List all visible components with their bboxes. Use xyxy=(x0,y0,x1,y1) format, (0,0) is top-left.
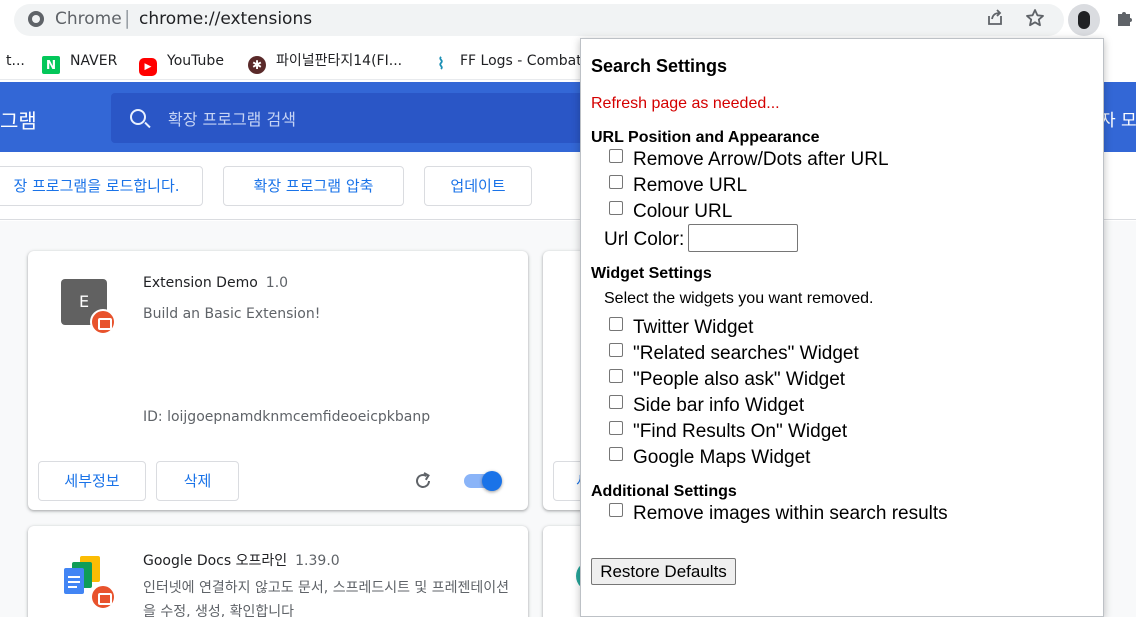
developer-badge-icon xyxy=(90,309,116,335)
share-icon[interactable] xyxy=(984,8,1006,30)
option-find-results-on-widget[interactable]: "Find Results On" Widget xyxy=(609,421,847,443)
popup-status: Refresh page as needed... xyxy=(591,95,780,112)
checkbox[interactable] xyxy=(609,201,623,215)
omnibox-site-label: Chrome xyxy=(55,9,122,29)
bookmark-youtube[interactable]: ▶ YouTube xyxy=(139,51,224,76)
ff14-icon: ✱ xyxy=(248,56,266,74)
pack-extension-button[interactable]: 확장 프로그램 압축 xyxy=(223,166,404,206)
extension-name: Google Docs 오프라인 1.39.0 xyxy=(143,550,340,570)
search-icon xyxy=(130,109,146,125)
extension-id: ID: loijgoepnamdknmcemfideoeicpkbanp xyxy=(143,409,431,425)
bookmark-ff14[interactable]: ✱ 파이널판타지14(FI... xyxy=(248,51,403,74)
browser-toolbar: Chrome | chrome://extensions xyxy=(0,0,1136,40)
option-people-also-ask-widget[interactable]: "People also ask" Widget xyxy=(609,369,845,391)
option-label: "Find Results On" Widget xyxy=(633,421,848,442)
extension-version: 1.0 xyxy=(265,275,289,291)
checkbox[interactable] xyxy=(609,369,623,383)
widget-section-heading: Widget Settings xyxy=(591,265,712,282)
checkbox[interactable] xyxy=(609,503,623,517)
bookmark-label: t... xyxy=(6,53,25,69)
url-color-input[interactable] xyxy=(688,224,798,252)
bookmark-fflogs[interactable]: ⌇ FF Logs - Combat xyxy=(432,51,582,73)
option-label: Twitter Widget xyxy=(633,317,754,338)
omnibox-url[interactable]: chrome://extensions xyxy=(139,9,312,29)
reload-icon[interactable] xyxy=(413,471,433,491)
chrome-icon xyxy=(28,11,44,27)
option-label: "People also ask" Widget xyxy=(633,369,846,390)
option-google-maps-widget[interactable]: Google Maps Widget xyxy=(609,447,810,469)
bookmark-label: YouTube xyxy=(167,53,224,69)
option-label: Google Maps Widget xyxy=(633,447,811,468)
extension-name-text: Google Docs 오프라인 xyxy=(143,553,288,569)
bookmark-label: NAVER xyxy=(70,53,118,69)
widget-section-hint: Select the widgets you want removed. xyxy=(604,290,874,307)
option-remove-url[interactable]: Remove URL xyxy=(609,175,747,197)
omnibox-separator: | xyxy=(124,7,131,29)
checkbox[interactable] xyxy=(609,175,623,189)
extension-version: 1.39.0 xyxy=(295,553,340,569)
option-remove-images[interactable]: Remove images within search results xyxy=(609,503,948,525)
enable-toggle-knob[interactable] xyxy=(482,471,502,491)
puzzle-icon[interactable] xyxy=(1114,8,1136,30)
option-colour-url[interactable]: Colour URL xyxy=(609,201,732,223)
remove-button[interactable]: 삭제 xyxy=(156,461,239,501)
extension-name-text: Extension Demo xyxy=(143,275,258,291)
option-twitter-widget[interactable]: Twitter Widget xyxy=(609,317,753,339)
fflogs-icon: ⌇ xyxy=(437,54,445,73)
developer-badge-icon xyxy=(90,584,116,610)
search-settings-popup: Search Settings Refresh page as needed..… xyxy=(580,38,1104,617)
naver-icon: N xyxy=(42,56,60,74)
bookmark-star-icon[interactable] xyxy=(1024,8,1046,30)
details-button[interactable]: 세부정보 xyxy=(38,461,146,501)
option-related-searches-widget[interactable]: "Related searches" Widget xyxy=(609,343,859,365)
checkbox[interactable] xyxy=(609,395,623,409)
extension-active-icon[interactable] xyxy=(1068,4,1100,36)
checkbox[interactable] xyxy=(609,421,623,435)
page-title: 그램 xyxy=(0,109,37,133)
load-unpacked-button[interactable]: 장 프로그램을 로드합니다. xyxy=(0,166,203,206)
option-label: Colour URL xyxy=(633,201,733,222)
option-label: Remove Arrow/Dots after URL xyxy=(633,149,889,170)
option-remove-arrow-dots[interactable]: Remove Arrow/Dots after URL xyxy=(609,149,889,171)
option-label: "Related searches" Widget xyxy=(633,343,859,364)
option-label: Side bar info Widget xyxy=(633,395,805,416)
extension-card: E Extension Demo 1.0 Build an Basic Exten… xyxy=(28,251,528,510)
url-section-heading: URL Position and Appearance xyxy=(591,129,820,146)
checkbox[interactable] xyxy=(609,149,623,163)
bookmark-label: FF Logs - Combat xyxy=(460,53,582,69)
extension-name: Extension Demo 1.0 xyxy=(143,275,288,291)
update-button[interactable]: 업데이트 xyxy=(424,166,532,206)
bookmark-item[interactable]: t... xyxy=(6,51,25,71)
extension-description: 인터넷에 연결하지 않고도 문서, 스프레드시트 및 프레젠테이션을 수정, 생… xyxy=(143,580,510,617)
developer-mode-label[interactable]: 자 모 xyxy=(1100,106,1136,131)
checkbox[interactable] xyxy=(609,343,623,357)
checkbox[interactable] xyxy=(609,317,623,331)
checkbox[interactable] xyxy=(609,447,623,461)
bookmarks-overflow xyxy=(1104,40,1136,80)
restore-defaults-button[interactable]: Restore Defaults xyxy=(591,558,736,585)
popup-title: Search Settings xyxy=(591,56,728,76)
option-label: Remove URL xyxy=(633,175,748,196)
option-label: Remove images within search results xyxy=(633,503,948,524)
extension-description: Build an Basic Extension! xyxy=(143,306,321,322)
youtube-icon: ▶ xyxy=(139,58,157,76)
bookmark-naver[interactable]: N NAVER xyxy=(42,51,118,74)
search-placeholder: 확장 프로그램 검색 xyxy=(168,110,296,129)
bookmark-label: 파이널판타지14(FI... xyxy=(276,53,403,69)
option-side-bar-info-widget[interactable]: Side bar info Widget xyxy=(609,395,804,417)
url-color-label: Url Color: xyxy=(604,229,685,250)
additional-section-heading: Additional Settings xyxy=(591,483,737,500)
extension-card: Google Docs 오프라인 1.39.0 인터넷에 연결하지 않고도 문서,… xyxy=(28,526,528,617)
